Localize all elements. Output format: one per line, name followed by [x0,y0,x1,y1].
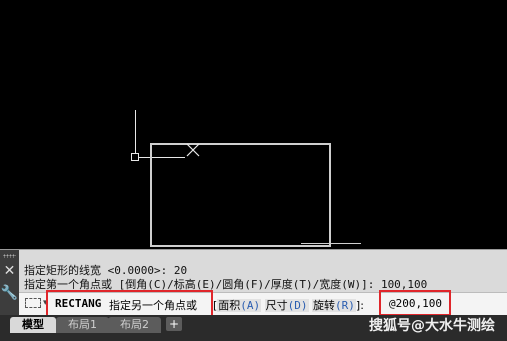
drawing-canvas[interactable] [0,0,507,249]
command-options: [面积(A) 尺寸(D) 旋转(R)]: [213,299,364,312]
command-line-panel: ✕ 🔧 指定矩形的线宽 <0.0000>: 20 指定第一个角点或 [倒角(C)… [0,249,507,322]
option-area[interactable]: 面积(A) [217,299,262,312]
highlight-input-box [379,290,451,316]
tab-model[interactable]: 模型 [10,317,56,333]
add-tab-button[interactable]: + [166,317,182,331]
option-rotation[interactable]: 旋转(R) [312,299,356,312]
crosshair-icon [186,143,200,157]
tab-layout2[interactable]: 布局2 [108,317,161,333]
watermark: 搜狐号@大水牛测绘 [369,318,495,334]
option-dimensions[interactable]: 尺寸(D) [264,299,309,312]
close-icon[interactable]: ✕ [0,264,19,278]
tab-layout1[interactable]: 布局1 [56,317,109,333]
drag-grip-icon[interactable] [3,254,16,258]
rectangle-edge-extension-vertical [330,232,331,244]
ucs-y-axis [135,110,136,154]
rectangle-shape[interactable] [150,143,331,247]
rectangle-edge-extension [301,243,361,244]
layout-tabs-bar: 模型 布局1 布局2 + 搜狐号@大水牛测绘 [0,315,507,341]
command-line-sidebar: ✕ 🔧 [0,250,19,316]
ucs-origin-marker [131,153,139,161]
rectangle-icon[interactable] [25,298,41,308]
wrench-icon[interactable]: 🔧 [0,286,19,300]
